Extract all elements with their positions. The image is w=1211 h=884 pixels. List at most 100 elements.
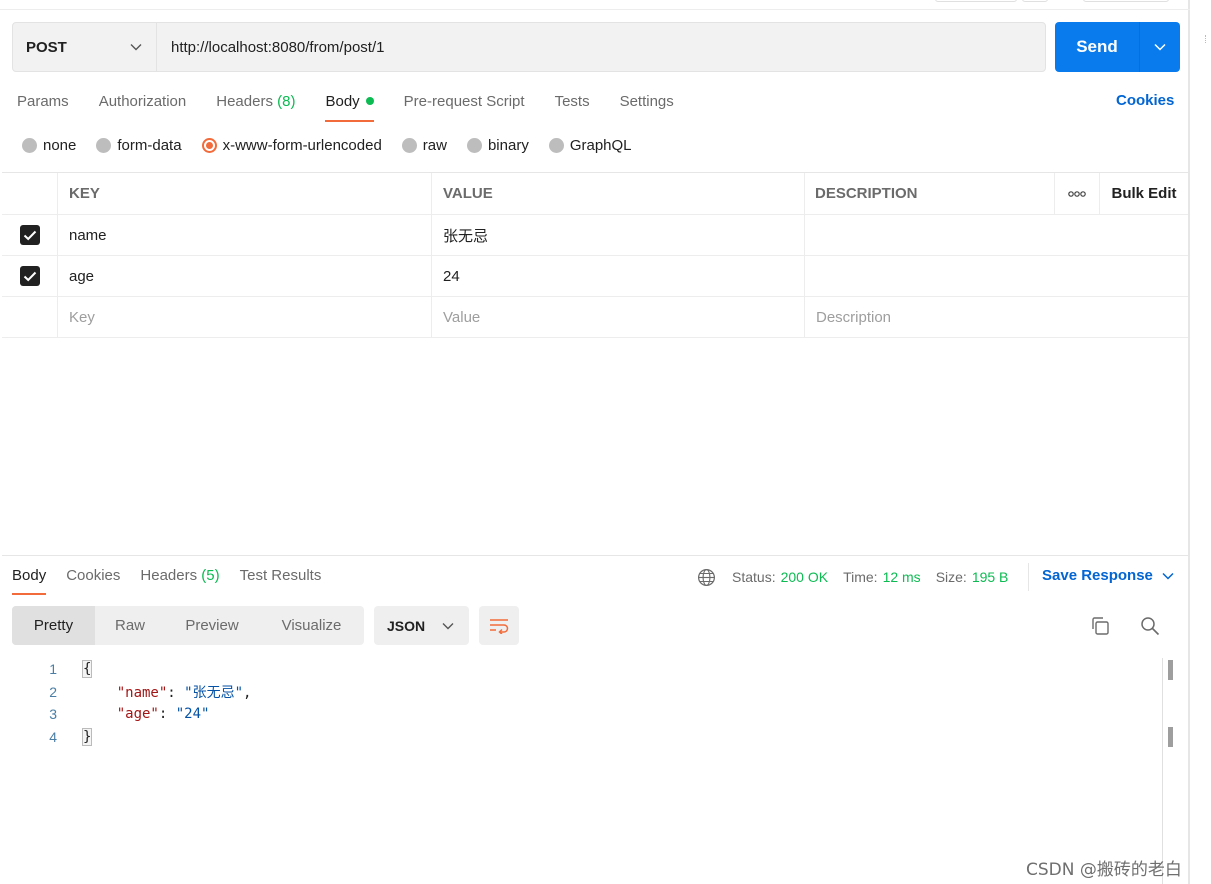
header-description: DESCRIPTION: [815, 185, 918, 202]
scroll-marker[interactable]: [1168, 727, 1173, 747]
tab-authorization[interactable]: Authorization: [99, 89, 187, 115]
radio-label: GraphQL: [569, 137, 632, 154]
status-value: 200 OK: [780, 569, 829, 585]
line-number: 3: [49, 706, 57, 723]
kv-table: KEY VALUE DESCRIPTION Bulk Edit name 张无忌: [2, 172, 1188, 338]
tab-pre-request-script[interactable]: Pre-request Script: [404, 89, 525, 115]
chevron-down-icon: [1154, 43, 1166, 51]
copy-icon[interactable]: [1090, 616, 1110, 640]
tab-label: Tests: [554, 93, 590, 110]
format-label: JSON: [387, 617, 426, 634]
response-code-viewer[interactable]: 1 { 2 "name": "张无忌", 3 "age": "24" 4}: [2, 658, 1162, 748]
method-select[interactable]: POST: [13, 23, 157, 71]
json-brace: {: [81, 660, 93, 679]
radio-graphql[interactable]: GraphQL: [548, 137, 632, 154]
globe-icon[interactable]: [697, 568, 716, 587]
description-cell[interactable]: [805, 215, 1188, 255]
line-number: 4: [49, 728, 57, 745]
row-checkbox[interactable]: [19, 225, 40, 245]
tab-tests[interactable]: Tests: [555, 89, 590, 115]
radio-circle-selected: [201, 138, 217, 153]
response-tab-cookies[interactable]: Cookies: [66, 563, 120, 589]
more-options-button[interactable]: [1054, 173, 1100, 214]
value-input[interactable]: Value: [432, 297, 805, 337]
bulk-edit-button[interactable]: Bulk Edit: [1100, 185, 1188, 202]
radio-label: binary: [487, 137, 529, 154]
response-divider[interactable]: [2, 555, 1188, 556]
value-cell[interactable]: 张无忌: [432, 215, 805, 255]
method-label: POST: [26, 38, 67, 56]
response-tab-body[interactable]: Body: [12, 563, 47, 595]
row-checkbox[interactable]: [19, 266, 40, 286]
tab-params[interactable]: Params: [17, 89, 69, 115]
radio-none[interactable]: none: [22, 137, 76, 154]
key-cell[interactable]: name: [58, 215, 432, 255]
divider: [1028, 563, 1029, 591]
row-checkbox-cell: [2, 215, 58, 255]
radio-circle: [466, 138, 482, 153]
top-stub: [1083, 0, 1169, 2]
format-select[interactable]: JSON: [374, 606, 469, 645]
status[interactable]: Status: 200 OK: [732, 569, 828, 585]
tab-label: Authorization: [98, 93, 187, 110]
json-key: "age": [116, 706, 159, 723]
key-input[interactable]: Key: [58, 297, 432, 337]
radio-binary[interactable]: binary: [466, 137, 529, 154]
view-raw[interactable]: Raw: [95, 606, 165, 645]
headers-count: (8): [277, 93, 296, 110]
tab-label: Body: [12, 567, 47, 584]
kv-header-row: KEY VALUE DESCRIPTION Bulk Edit: [2, 173, 1188, 215]
radio-raw[interactable]: raw: [401, 137, 447, 154]
radio-x-www-form-urlencoded[interactable]: x-www-form-urlencoded: [201, 137, 382, 154]
description-input[interactable]: Description: [805, 297, 1188, 337]
radio-label: form-data: [117, 137, 182, 154]
view-pretty[interactable]: Pretty: [12, 606, 95, 645]
tab-headers[interactable]: Headers (8): [216, 89, 295, 115]
table-row-empty: Key Value Description: [2, 297, 1188, 338]
tab-body[interactable]: Body: [325, 89, 374, 122]
time-value: 12 ms: [882, 569, 921, 585]
search-icon[interactable]: [1140, 616, 1160, 640]
key-cell[interactable]: age: [58, 256, 432, 296]
description-cell[interactable]: [805, 256, 1188, 296]
tab-settings[interactable]: Settings: [620, 89, 674, 115]
cookies-link[interactable]: Cookies: [1116, 92, 1174, 109]
send-button-group: Send: [1055, 22, 1180, 72]
time-label: Time:: [843, 569, 878, 585]
json-punct: ,: [243, 684, 252, 701]
line-number: 2: [49, 683, 57, 700]
body-type-selector: none form-data x-www-form-urlencoded raw…: [22, 137, 652, 154]
code-text: }: [81, 727, 93, 746]
code-line: 3 "age": "24": [2, 703, 1162, 726]
radio-circle: [401, 138, 417, 153]
value-cell[interactable]: 24: [432, 256, 805, 296]
code-text: "age": "24": [83, 706, 210, 723]
tab-label: Headers: [140, 567, 198, 584]
response-tab-test-results[interactable]: Test Results: [240, 563, 322, 589]
watermark: CSDN @搬砖的老白: [1026, 860, 1182, 880]
wrap-lines-button[interactable]: [479, 606, 519, 645]
send-options-button[interactable]: [1139, 22, 1180, 72]
code-text: "name": "张无忌",: [83, 682, 252, 702]
json-brace: }: [81, 727, 93, 746]
save-response-button[interactable]: Save Response: [1042, 567, 1174, 584]
response-tab-headers[interactable]: Headers (5): [140, 563, 219, 589]
code-scroll-track: [1162, 658, 1163, 884]
line-number: 1: [49, 661, 57, 678]
tab-label: Params: [17, 93, 69, 110]
view-visualize[interactable]: Visualize: [259, 606, 364, 645]
tab-label: Cookies: [66, 567, 121, 584]
radio-circle: [96, 138, 112, 153]
send-button[interactable]: Send: [1055, 22, 1139, 72]
time[interactable]: Time: 12 ms: [843, 569, 921, 585]
url-input[interactable]: http://localhost:8080/from/post/1: [157, 23, 1045, 71]
size-label: Size:: [935, 569, 967, 585]
tab-label: Settings: [619, 93, 674, 110]
scroll-marker[interactable]: [1168, 660, 1173, 680]
chevron-down-icon: [130, 44, 142, 51]
size[interactable]: Size: 195 B: [936, 569, 1009, 585]
row-checkbox-cell: [2, 256, 58, 296]
code-line: 4}: [2, 726, 1162, 749]
view-preview[interactable]: Preview: [165, 606, 259, 645]
radio-form-data[interactable]: form-data: [96, 137, 182, 154]
